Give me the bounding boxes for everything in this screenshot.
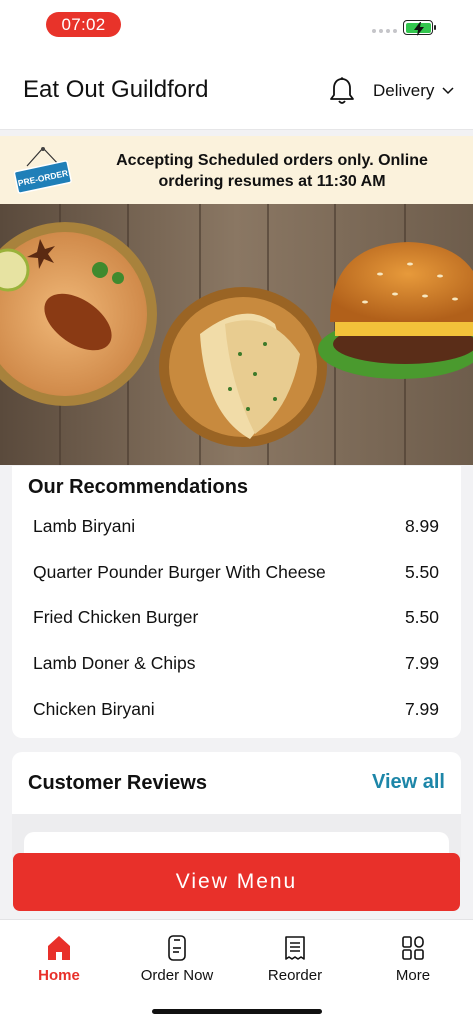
- signal-icon: [372, 29, 397, 33]
- tab-home[interactable]: Home: [4, 934, 114, 984]
- recommendation-item[interactable]: Lamb Biryani 8.99: [33, 516, 439, 537]
- home-indicator: [152, 1009, 322, 1014]
- item-name: Lamb Biryani: [33, 516, 136, 536]
- tab-label: Home: [38, 967, 80, 984]
- hero-food-image: [0, 204, 473, 465]
- item-name: Quarter Pounder Burger With Cheese: [33, 562, 326, 582]
- reviews-card: Customer Reviews View all: [12, 752, 461, 862]
- tab-reorder[interactable]: Reorder: [240, 934, 350, 984]
- receipt-icon: [285, 936, 305, 960]
- item-price: 7.99: [404, 699, 439, 719]
- item-price: 5.50: [404, 562, 439, 582]
- recommendation-item[interactable]: Chicken Biryani 7.99: [33, 699, 439, 720]
- delivery-label: Delivery: [373, 81, 435, 100]
- preorder-tag-icon: PRE-ORDER: [13, 147, 72, 194]
- banner-message: Accepting Scheduled orders only. Online …: [116, 152, 428, 190]
- grid-icon: [402, 936, 424, 960]
- page-title: Eat Out Guildford: [23, 76, 209, 103]
- recommendations-title: Our Recommendations: [28, 476, 249, 498]
- item-price: 7.99: [404, 653, 439, 673]
- recommendations-card: Our Recommendations Lamb Biryani 8.99 Qu…: [12, 466, 461, 738]
- reviews-title: Customer Reviews: [28, 772, 207, 794]
- status-time: 07:02: [46, 12, 121, 37]
- tab-more[interactable]: More: [358, 934, 468, 984]
- app-header: Eat Out Guildford Delivery: [0, 52, 473, 130]
- item-price: 8.99: [404, 516, 439, 536]
- reviews-header: Customer Reviews View all: [12, 752, 461, 814]
- item-name: Lamb Doner & Chips: [33, 653, 196, 673]
- item-name: Chicken Biryani: [33, 699, 155, 719]
- delivery-selector[interactable]: Delivery: [373, 81, 454, 101]
- order-icon: [168, 935, 186, 961]
- chevron-down-icon: [442, 87, 454, 95]
- item-name: Fried Chicken Burger: [33, 607, 199, 627]
- tab-label: More: [395, 967, 431, 984]
- tab-label: Reorder: [267, 967, 323, 984]
- tab-label: Order Now: [140, 967, 214, 984]
- tab-order-now[interactable]: Order Now: [122, 934, 232, 984]
- battery-tip: [434, 25, 436, 30]
- bell-icon[interactable]: [328, 76, 356, 106]
- battery-icon: [403, 20, 433, 36]
- view-all-link[interactable]: View all: [372, 771, 445, 794]
- recommendation-item[interactable]: Fried Chicken Burger 5.50: [33, 607, 439, 628]
- item-price: 5.50: [404, 607, 439, 627]
- recommendation-item[interactable]: Lamb Doner & Chips 7.99: [33, 653, 439, 674]
- recommendation-item[interactable]: Quarter Pounder Burger With Cheese 5.50: [33, 562, 439, 583]
- status-bar: 07:02: [0, 0, 473, 52]
- home-icon: [48, 936, 70, 960]
- view-menu-button[interactable]: View Menu: [13, 853, 460, 911]
